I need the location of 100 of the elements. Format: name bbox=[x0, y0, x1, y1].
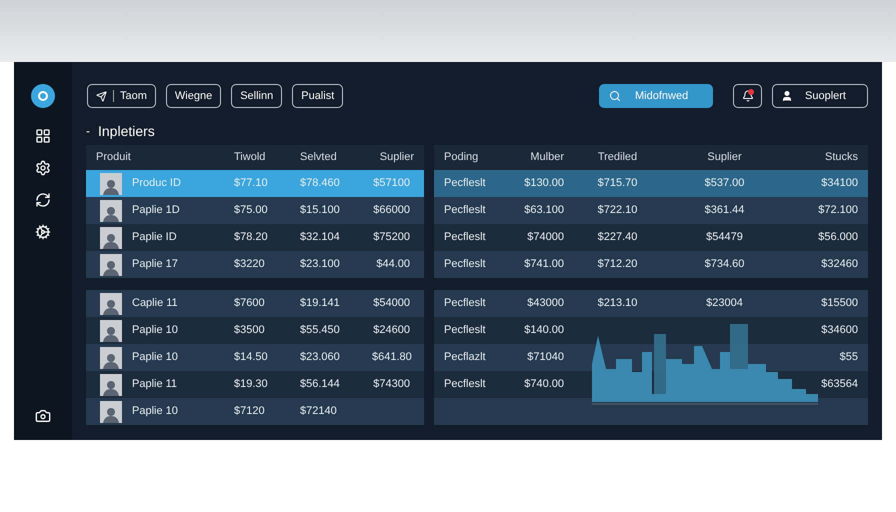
table-cell-text: Pecflazlt bbox=[444, 350, 487, 366]
table-cell-text: Paplie 17 bbox=[132, 257, 178, 272]
table-cell-text: Pecfleslt bbox=[444, 176, 487, 192]
table-cell-text: $14.50 bbox=[234, 350, 269, 366]
table-cell-text: $3220 bbox=[234, 257, 266, 272]
table-cell-text: $44.00 bbox=[375, 257, 410, 272]
refresh-icon[interactable] bbox=[35, 192, 51, 208]
table-cell-text: $54479 bbox=[705, 230, 744, 246]
table-row[interactable]: Pecfleslt $130.00 $715.70 $537.00 $34100 bbox=[434, 170, 868, 197]
table-row[interactable]: Pecfleslt $63.100 $722.10 $361.44 $72.100 bbox=[434, 197, 868, 224]
photo-placeholder bbox=[100, 400, 122, 422]
toolbar-button[interactable]: Sellinn bbox=[231, 84, 282, 108]
table-cell-text: Paplie 1D bbox=[132, 203, 180, 218]
table-cell-text: $734.60 bbox=[704, 257, 746, 272]
photo-placeholder bbox=[100, 254, 122, 276]
table-cell-text: $722.10 bbox=[596, 203, 638, 218]
table-cell-text: $57100 bbox=[372, 176, 410, 192]
table-row[interactable]: Caplie 11 $7600 $19.141 $54000 bbox=[86, 290, 424, 317]
photo-placeholder bbox=[100, 320, 122, 342]
table-cell-text: $55 bbox=[838, 350, 858, 366]
table-cell-text: $24600 bbox=[372, 323, 410, 338]
photo-placeholder bbox=[100, 292, 122, 314]
table-row[interactable]: Paplie 17 $3220 $23.100 $44.00 bbox=[86, 251, 424, 278]
photo-placeholder bbox=[100, 346, 122, 368]
table-row[interactable]: Paplie 1D $75.00 $15.100 $66000 bbox=[86, 197, 424, 224]
notification-button[interactable] bbox=[733, 84, 762, 108]
toolbar-button[interactable]: Taom bbox=[87, 84, 156, 108]
table-row[interactable]: Paplie 11 $19.30 $56.144 $74300 bbox=[86, 371, 424, 398]
table-cell-text: $7120 bbox=[234, 404, 266, 420]
table-row[interactable]: Pecfleslt $74000 $227.40 $54479 $56.000 bbox=[434, 224, 868, 251]
table-cell-text: Paplie ID bbox=[132, 230, 177, 246]
table-cell-text: Paplie 11 bbox=[132, 377, 178, 392]
table-cell-text: $32.104 bbox=[300, 230, 341, 246]
table-cell-text: $23.060 bbox=[300, 350, 341, 366]
table-cell-text: $34600 bbox=[820, 323, 858, 338]
table-cell-text: $56.000 bbox=[817, 230, 858, 246]
table-cell-text: $23.100 bbox=[300, 257, 341, 272]
column-header: Suplier bbox=[706, 150, 743, 166]
logo-icon bbox=[31, 84, 55, 108]
bell-icon bbox=[742, 90, 754, 102]
table-cell-text: $19.141 bbox=[300, 296, 341, 312]
table-cell-text: Pecfleslt bbox=[444, 230, 487, 246]
table-cell-text: Pecfleslt bbox=[444, 296, 487, 312]
column-header: Mulber bbox=[529, 150, 564, 166]
table-cell-text: $740.00 bbox=[523, 377, 564, 392]
table-cell-text: $72140 bbox=[300, 404, 338, 420]
table-row[interactable]: Paplie 10 $3500 $55.450 $24600 bbox=[86, 317, 424, 344]
table-cell-text: $537.00 bbox=[704, 176, 746, 192]
section-title: Inpletiers bbox=[98, 122, 155, 141]
table-cell-text: $15500 bbox=[820, 296, 858, 312]
table-cell-text: $741.00 bbox=[523, 257, 564, 272]
user-button[interactable]: Suoplert bbox=[772, 84, 868, 108]
camera-icon[interactable] bbox=[35, 408, 51, 424]
table-cell-text: $72.100 bbox=[817, 203, 858, 218]
table-row[interactable]: Paplie 10 $14.50 $23.060 $641.80 bbox=[86, 344, 424, 371]
settings-icon[interactable] bbox=[35, 160, 51, 176]
table-cell-text: $15.100 bbox=[300, 203, 341, 218]
column-header: Tiwold bbox=[234, 150, 266, 166]
table-cell-text: $715.70 bbox=[596, 176, 638, 192]
table-cell-text: $75200 bbox=[372, 230, 410, 246]
gear-icon[interactable] bbox=[35, 224, 51, 240]
column-header: Suplier bbox=[378, 150, 414, 166]
table-cell-text: $55.450 bbox=[300, 323, 341, 338]
column-header: Selvted bbox=[300, 150, 338, 166]
table-cell-text: $43000 bbox=[526, 296, 564, 312]
column-header: Stucks bbox=[824, 150, 858, 166]
grid-icon[interactable] bbox=[35, 128, 51, 144]
photo-placeholder bbox=[100, 226, 122, 248]
table-cell-text: $361.44 bbox=[704, 203, 746, 218]
table-cell-text: $74300 bbox=[372, 377, 410, 392]
table-cell-text: $641.80 bbox=[372, 350, 412, 366]
table-cell-text: $63564 bbox=[820, 377, 858, 392]
table-cell-text: $74000 bbox=[526, 230, 564, 246]
photo-placeholder bbox=[100, 172, 122, 194]
column-header: Produit bbox=[96, 150, 132, 166]
table-cell-text: $71040 bbox=[526, 350, 564, 366]
table-cell-text: $3500 bbox=[234, 323, 266, 338]
table-cell-text: $54000 bbox=[372, 296, 410, 312]
table-cell-text: $23004 bbox=[705, 296, 744, 312]
toolbar-button[interactable]: Pualist bbox=[292, 84, 344, 108]
table-cell-text: $34100 bbox=[820, 176, 858, 192]
table-cell-text: Pecfleslt bbox=[444, 203, 487, 218]
table-row[interactable]: Pecfleslt $741.00 $712.20 $734.60 $32460 bbox=[434, 251, 868, 278]
table-cell-text: $63.100 bbox=[523, 203, 564, 218]
table-cell-text: Pecfleslt bbox=[444, 323, 487, 338]
table-cell-text: $78.460 bbox=[300, 176, 341, 192]
table-cell-text: $227.40 bbox=[596, 230, 638, 246]
table-row[interactable]: Paplie 10 $7120 $72140 bbox=[86, 398, 424, 425]
photo-placeholder bbox=[100, 374, 122, 396]
table-cell-text: $19.30 bbox=[234, 377, 269, 392]
table-cell-text: $66000 bbox=[372, 203, 410, 218]
table-cell-text: Paplie 10 bbox=[132, 323, 178, 338]
table-cell-text: Pecfleslt bbox=[444, 377, 487, 392]
table-cell-text: $712.20 bbox=[596, 257, 638, 272]
column-header: Trediled bbox=[596, 150, 638, 166]
table-cell-text: $78.20 bbox=[234, 230, 269, 246]
toolbar-button[interactable]: Wiegne bbox=[166, 84, 222, 108]
table-cell-text: Paplie 10 bbox=[132, 404, 178, 420]
table-cell-text: Caplie 11 bbox=[132, 296, 178, 312]
table-row[interactable]: Paplie ID $78.20 $32.104 $75200 bbox=[86, 224, 424, 251]
